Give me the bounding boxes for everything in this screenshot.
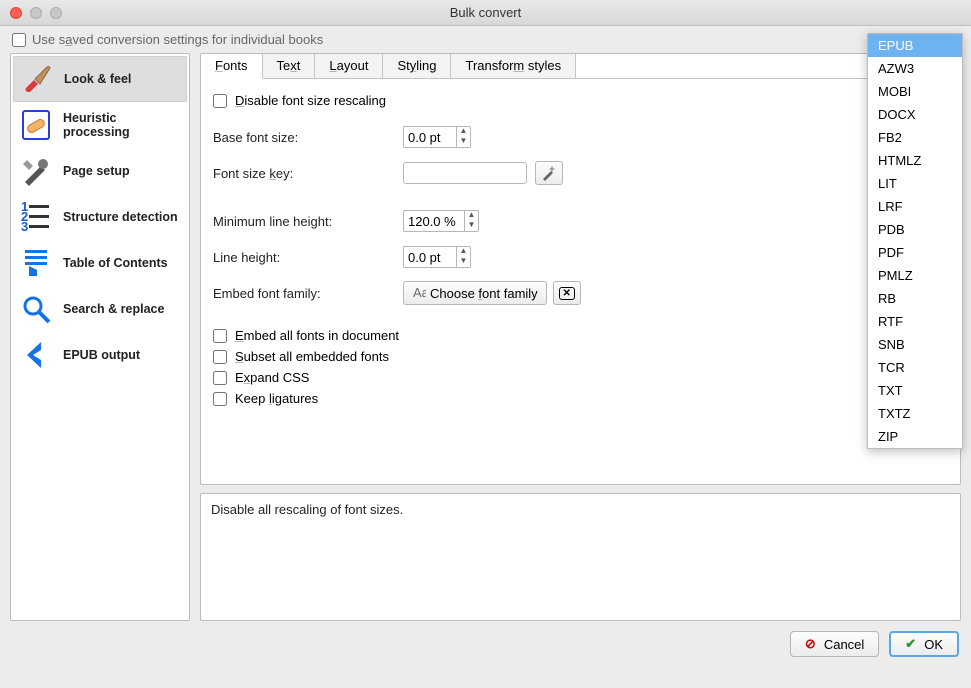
wand-icon [541,165,557,181]
numbered-list-icon: 123 [19,200,53,234]
tab-transform-styles[interactable]: Transform styles [451,54,576,78]
font-size-key-input[interactable] [403,162,527,184]
tab-styling[interactable]: Styling [383,54,451,78]
sidebar-item-label: Search & replace [63,302,164,316]
sidebar-item-label: Look & feel [64,72,131,86]
sidebar-item-label: Structure detection [63,210,178,224]
use-saved-settings-checkbox[interactable]: Use saved conversion settings for indivi… [12,32,323,47]
chevron-left-icon [19,338,53,372]
output-format-dropdown[interactable]: EPUBAZW3MOBIDOCXFB2HTMLZLITLRFPDBPDFPMLZ… [867,33,963,449]
subset-fonts-input[interactable] [213,350,227,364]
min-line-height-label: Minimum line height: [213,214,403,229]
format-option-epub[interactable]: EPUB [868,34,962,57]
format-option-azw3[interactable]: AZW3 [868,57,962,80]
base-font-size-label: Base font size: [213,130,403,145]
format-option-rb[interactable]: RB [868,287,962,310]
disable-rescaling-input[interactable] [213,94,227,108]
format-option-zip[interactable]: ZIP [868,425,962,448]
use-saved-settings-label: Use saved conversion settings for indivi… [32,32,323,47]
expand-css-input[interactable] [213,371,227,385]
tab-layout[interactable]: Layout [315,54,383,78]
embed-all-fonts-checkbox[interactable]: Embed all fonts in document [213,328,948,343]
disable-rescaling-checkbox[interactable]: Disable font size rescaling [213,93,948,108]
min-line-height-input[interactable] [404,214,464,229]
format-option-pmlz[interactable]: PMLZ [868,264,962,287]
choose-font-family-button[interactable]: Aa Choose font family [403,281,547,305]
search-icon [19,292,53,326]
tab-text[interactable]: Text [263,54,316,78]
format-option-rtf[interactable]: RTF [868,310,962,333]
format-option-txtz[interactable]: TXTZ [868,402,962,425]
sidebar-item-look-and-feel[interactable]: Look & feel [13,56,187,102]
clear-icon: ✕ [559,287,575,300]
format-option-mobi[interactable]: MOBI [868,80,962,103]
format-option-htmlz[interactable]: HTMLZ [868,149,962,172]
expand-css-checkbox[interactable]: Expand CSS [213,370,948,385]
embed-font-family-label: Embed font family: [213,286,403,301]
sidebar-item-heuristic[interactable]: Heuristic processing [13,102,187,148]
svg-text:3: 3 [21,219,28,234]
cancel-icon: ⊘ [805,636,816,652]
spin-down-icon[interactable]: ▼ [465,221,478,231]
svg-text:Aa: Aa [413,286,426,300]
format-option-fb2[interactable]: FB2 [868,126,962,149]
section-sidebar: Look & feel Heuristic processing Page se… [10,53,190,621]
spin-down-icon[interactable]: ▼ [457,137,470,147]
keep-ligatures-checkbox[interactable]: Keep ligatures [213,391,948,406]
sidebar-item-toc[interactable]: Table of Contents [13,240,187,286]
font-size-key-wizard-button[interactable] [535,161,563,185]
embed-all-fonts-input[interactable] [213,329,227,343]
sidebar-item-epub-output[interactable]: EPUB output [13,332,187,378]
format-option-pdf[interactable]: PDF [868,241,962,264]
use-saved-settings-input[interactable] [12,33,26,47]
line-height-label: Line height: [213,250,403,265]
base-font-size-spinner[interactable]: ▲▼ [403,126,471,148]
clear-font-family-button[interactable]: ✕ [553,281,581,305]
keep-ligatures-input[interactable] [213,392,227,406]
window-title: Bulk convert [0,5,971,20]
spin-down-icon[interactable]: ▼ [457,257,470,267]
bandage-icon [19,108,53,142]
format-option-snb[interactable]: SNB [868,333,962,356]
settings-panel: Fonts Text Layout Styling Transform styl… [200,53,961,485]
ok-button[interactable]: ✔OK [889,631,959,657]
brush-icon [20,62,54,96]
tools-icon [19,154,53,188]
dialog-footer: ⊘Cancel ✔OK [0,625,971,663]
format-option-tcr[interactable]: TCR [868,356,962,379]
tab-bar: Fonts Text Layout Styling Transform styl… [201,54,960,79]
min-line-height-spinner[interactable]: ▲▼ [403,210,479,232]
format-option-txt[interactable]: TXT [868,379,962,402]
tab-fonts[interactable]: Fonts [201,54,263,79]
help-text-box: Disable all rescaling of font sizes. [200,493,961,621]
titlebar: Bulk convert [0,0,971,26]
sidebar-item-structure[interactable]: 123 Structure detection [13,194,187,240]
cancel-button[interactable]: ⊘Cancel [790,631,879,657]
format-option-lrf[interactable]: LRF [868,195,962,218]
subset-fonts-checkbox[interactable]: Subset all embedded fonts [213,349,948,364]
line-height-input[interactable] [404,250,456,265]
font-icon: Aa [412,286,426,300]
ok-icon: ✔ [905,636,916,652]
format-option-lit[interactable]: LIT [868,172,962,195]
sidebar-item-label: Table of Contents [63,256,168,270]
options-row: Use saved conversion settings for indivi… [0,26,971,53]
sidebar-item-label: Page setup [63,164,130,178]
sidebar-item-label: EPUB output [63,348,140,362]
line-height-spinner[interactable]: ▲▼ [403,246,471,268]
base-font-size-input[interactable] [404,130,456,145]
format-option-pdb[interactable]: PDB [868,218,962,241]
sidebar-item-search-replace[interactable]: Search & replace [13,286,187,332]
toc-icon [19,246,53,280]
font-size-key-label: Font size key: [213,166,403,181]
sidebar-item-label: Heuristic processing [63,111,181,140]
sidebar-item-page-setup[interactable]: Page setup [13,148,187,194]
format-option-docx[interactable]: DOCX [868,103,962,126]
